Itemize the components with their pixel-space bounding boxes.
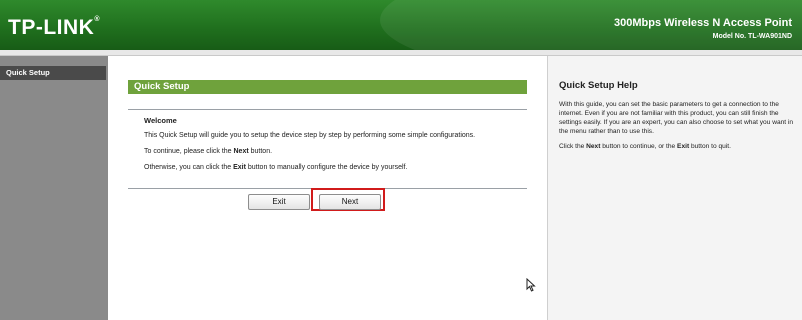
next-button[interactable]: Next [319,194,381,210]
help-description: With this guide, you can set the basic p… [559,101,794,135]
tp-link-logo: TP-LINK® [8,16,100,39]
sidebar-menu: Quick Setup [0,56,108,320]
section-title: Quick Setup [128,80,527,94]
continue-instruction: To continue, please click the Next butto… [144,148,273,155]
welcome-heading: Welcome [144,116,177,125]
main-content: Quick Setup Welcome This Quick Setup wil… [108,56,546,320]
model-number: Model No. TL-WA901ND [712,33,792,40]
help-panel: Quick Setup Help With this guide, you ca… [547,56,802,320]
help-instruction: Click the Next button to continue, or th… [559,143,731,150]
exit-button[interactable]: Exit [248,194,310,210]
header-banner: TP-LINK® 300Mbps Wireless N Access Point… [0,0,802,50]
exit-instruction: Otherwise, you can click the Exit button… [144,164,408,171]
help-title: Quick Setup Help [559,80,638,91]
divider-top [128,109,527,110]
sidebar-item-quick-setup[interactable]: Quick Setup [0,66,106,80]
intro-text: This Quick Setup will guide you to setup… [144,132,476,139]
mouse-cursor-icon [526,278,536,292]
product-title: 300Mbps Wireless N Access Point [613,17,792,29]
